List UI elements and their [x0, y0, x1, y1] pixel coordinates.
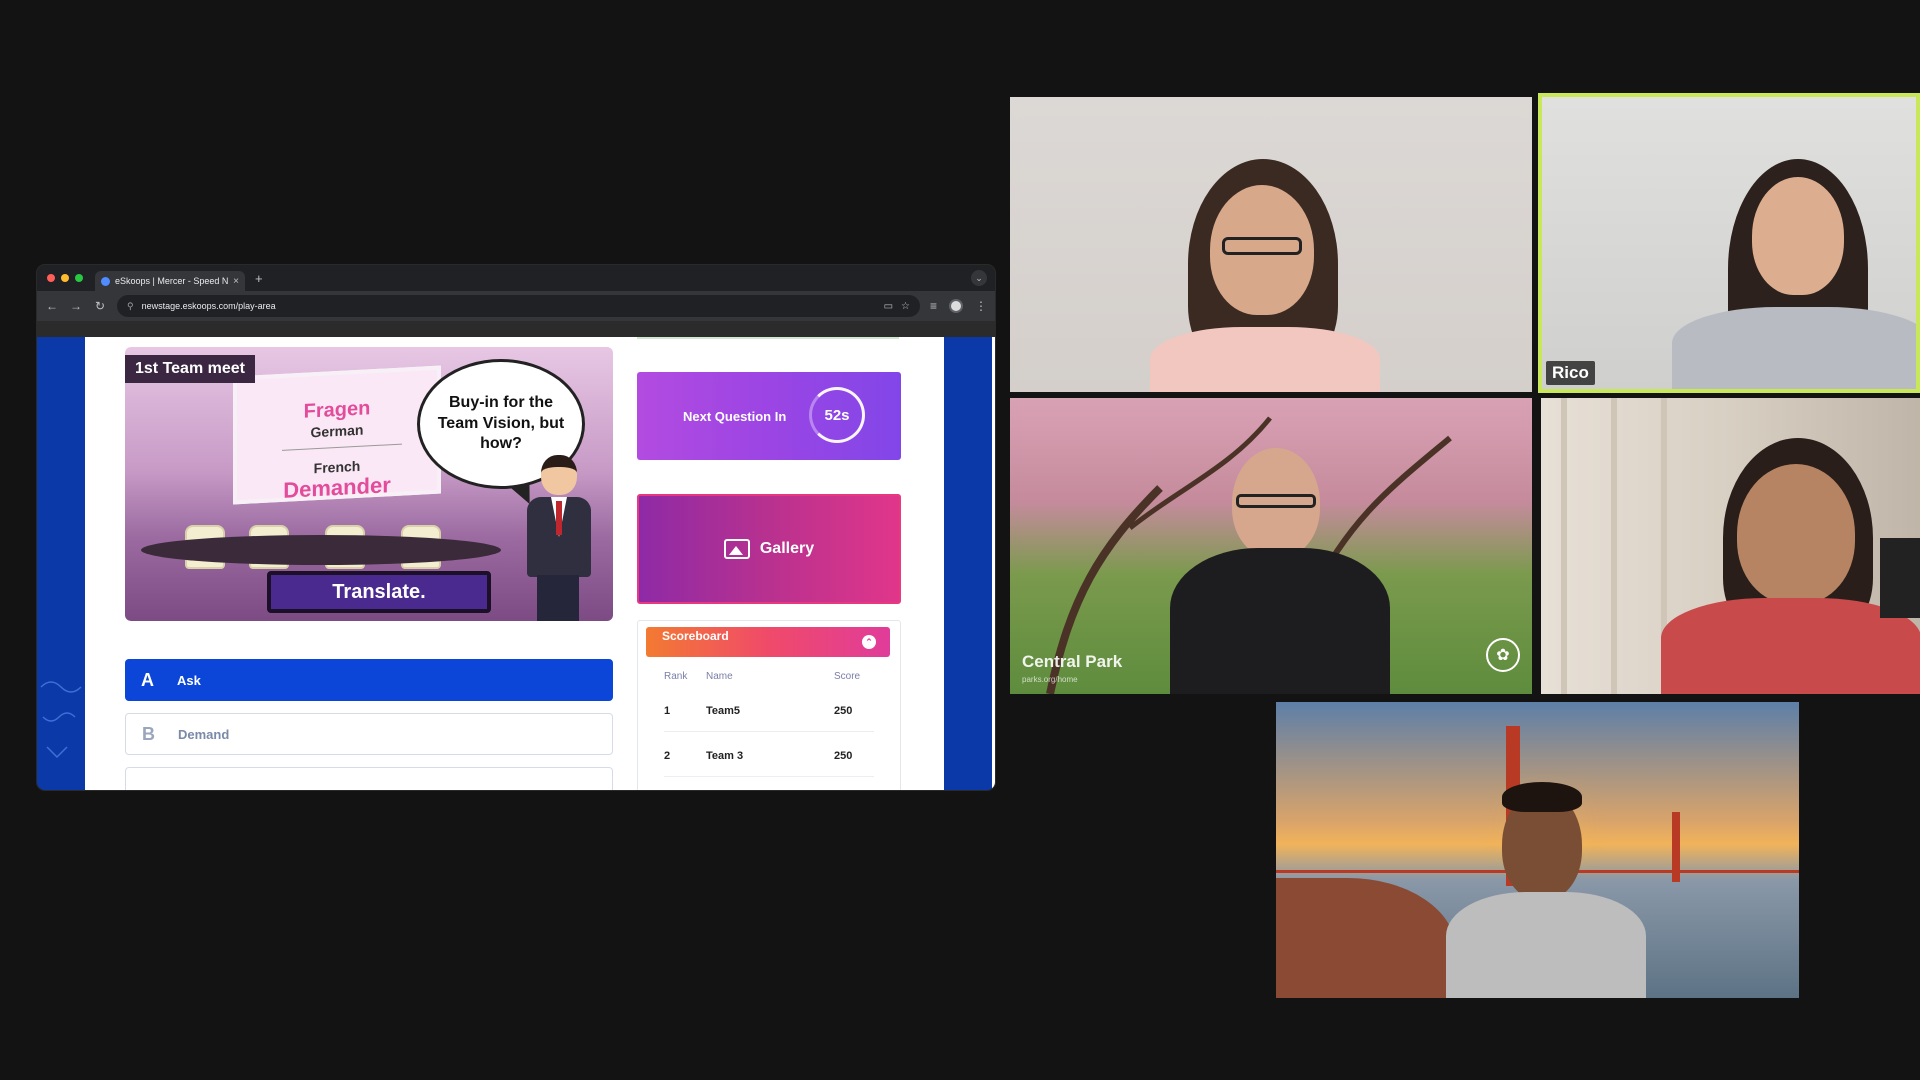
- minimize-window-button[interactable]: [61, 274, 69, 282]
- row-rank: 1: [664, 705, 671, 717]
- glasses-icon: [1222, 237, 1302, 255]
- back-arrow-icon[interactable]: ←: [45, 299, 59, 313]
- park-logo-icon: ✿: [1486, 638, 1520, 672]
- tab-title: eSkoops | Mercer - Speed Ne: [115, 276, 229, 286]
- next-question-label: Next Question In: [683, 408, 787, 424]
- businessman-illustration: [523, 455, 593, 621]
- url-text[interactable]: newstage.eskoops.com/play-area: [142, 301, 876, 311]
- virtual-background-sublabel: parks.org/home: [1022, 675, 1078, 684]
- maximize-window-button[interactable]: [75, 274, 83, 282]
- collapse-chevron-icon[interactable]: ⌃: [862, 635, 876, 649]
- browser-tab[interactable]: eSkoops | Mercer - Speed Ne ×: [95, 271, 245, 291]
- shared-browser-window: eSkoops | Mercer - Speed Ne × + ⌄ ← → ↻ …: [37, 265, 995, 790]
- cast-icon[interactable]: ▭: [884, 301, 893, 312]
- reload-icon[interactable]: ↻: [93, 299, 107, 313]
- participant-video-tile[interactable]: [1010, 97, 1532, 392]
- address-bar[interactable]: ⚲ newstage.eskoops.com/play-area ▭ ☆: [117, 295, 920, 317]
- column-score: Score: [834, 671, 861, 682]
- row-rank: 2: [664, 750, 671, 762]
- forward-arrow-icon[interactable]: →: [69, 299, 83, 313]
- profile-avatar[interactable]: [949, 299, 963, 313]
- answer-option-a[interactable]: A Ask: [125, 659, 613, 701]
- tab-favicon-icon: [101, 276, 110, 286]
- tab-search-button[interactable]: ⌄: [971, 270, 987, 286]
- table-row: 1 Team5 250: [664, 705, 874, 732]
- row-score: 250: [834, 750, 853, 762]
- participant-video-tile[interactable]: [1541, 398, 1920, 694]
- board-divider: [282, 443, 402, 451]
- translate-banner: Translate.: [267, 571, 491, 613]
- option-text: Demand: [178, 726, 230, 742]
- presentation-board: Fragen German French Demander: [233, 365, 441, 505]
- option-letter: A: [141, 669, 154, 690]
- sidebar-doodle-decoration: [40, 681, 82, 759]
- gallery-label: Gallery: [759, 540, 815, 557]
- scoreboard-header: Scoreboard ⌃: [646, 627, 890, 657]
- site-info-icon[interactable]: ⚲: [127, 301, 134, 312]
- gallery-button[interactable]: Gallery: [637, 494, 901, 604]
- answer-option-b[interactable]: B Demand: [125, 713, 613, 755]
- web-page: Fragen German French Demander 1st Team m…: [37, 337, 995, 790]
- browser-tabbar: eSkoops | Mercer - Speed Ne × + ⌄: [37, 265, 995, 291]
- column-rank: Rank: [664, 671, 688, 682]
- participant-video-tile[interactable]: [1276, 702, 1799, 998]
- toolbar-actions: ≡ ⋮: [930, 299, 987, 313]
- row-name: Team5: [706, 705, 741, 717]
- row-score: 250: [834, 705, 853, 717]
- top-divider: [637, 337, 899, 339]
- column-name: Name: [706, 671, 733, 682]
- row-name: Team 3: [706, 750, 744, 762]
- participant-video-tile-active-speaker[interactable]: Rico: [1538, 93, 1920, 393]
- bookmarks-bar: [37, 321, 995, 337]
- option-letter: B: [142, 723, 155, 744]
- meeting-table-illustration: [141, 535, 501, 565]
- next-question-panel: Next Question In 52s: [637, 372, 901, 460]
- scoreboard-column-headers: Rank Name Score: [664, 671, 874, 682]
- option-text: Ask: [177, 672, 201, 688]
- window-controls: [47, 274, 83, 282]
- gallery-icon: [723, 539, 750, 559]
- extensions-icon[interactable]: ≡: [930, 299, 937, 313]
- table-row: 2 Team 3 250: [664, 750, 874, 777]
- bookmark-star-icon[interactable]: ☆: [901, 301, 910, 312]
- page-edge: [992, 337, 995, 790]
- new-tab-button[interactable]: +: [255, 271, 263, 286]
- browser-toolbar: ← → ↻ ⚲ newstage.eskoops.com/play-area ▭…: [37, 291, 995, 321]
- countdown-timer: 52s: [809, 387, 865, 443]
- meeting-screen: eSkoops | Mercer - Speed Ne × + ⌄ ← → ↻ …: [0, 0, 1920, 1080]
- glasses-icon: [1236, 494, 1316, 508]
- scene-title-badge: 1st Team meet: [125, 355, 255, 383]
- close-window-button[interactable]: [47, 274, 55, 282]
- play-area: Fragen German French Demander 1st Team m…: [85, 337, 944, 790]
- scoreboard-panel: Scoreboard ⌃ Rank Name Score 1 Team5 250: [637, 620, 901, 790]
- scoreboard-title: Scoreboard: [662, 629, 729, 643]
- browser-menu-icon[interactable]: ⋮: [975, 299, 987, 313]
- answer-option-c[interactable]: [125, 767, 613, 790]
- question-scene-card: Fragen German French Demander 1st Team m…: [125, 347, 613, 621]
- participant-name-label: Rico: [1546, 361, 1595, 385]
- participant-video-tile[interactable]: Central Park parks.org/home ✿: [1010, 398, 1532, 694]
- tab-close-icon[interactable]: ×: [233, 276, 239, 287]
- virtual-background-label: Central Park: [1022, 652, 1123, 671]
